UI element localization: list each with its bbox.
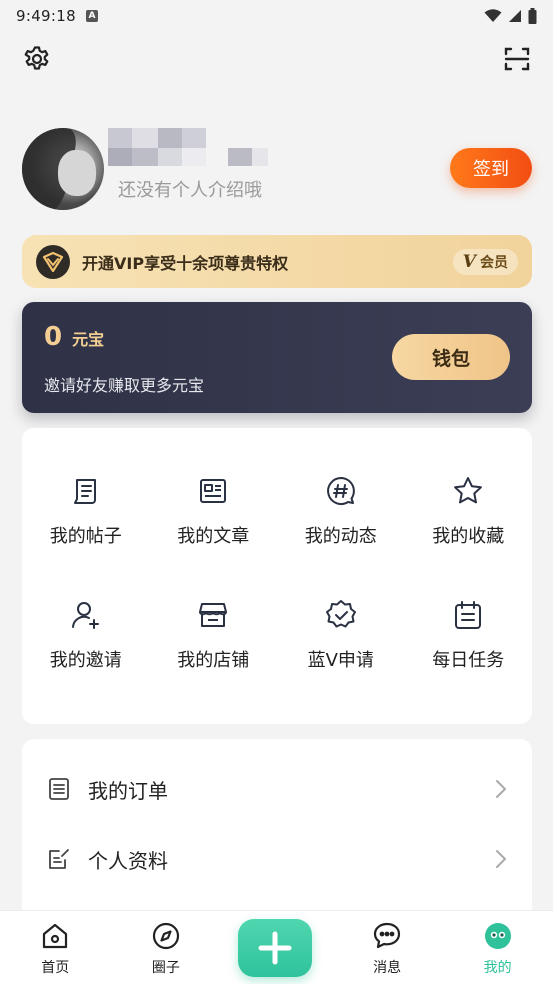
list-item-orders[interactable]: 我的订单: [22, 759, 532, 819]
battery-icon: [528, 8, 537, 24]
chevron-right-icon: [496, 780, 506, 798]
grid-label: 我的邀请: [49, 650, 122, 671]
edit-profile-icon: [46, 846, 72, 872]
add-post-button[interactable]: [238, 919, 312, 977]
vip-banner[interactable]: 开通VIP享受十余项尊贵特权 V 会员: [22, 235, 532, 288]
grid-item-articles[interactable]: 我的文章: [150, 456, 278, 580]
me-face-icon: [484, 923, 511, 949]
list-item-label: 我的订单: [88, 778, 168, 803]
tab-me[interactable]: 我的: [442, 911, 553, 984]
username-mosaic: [108, 128, 278, 168]
avatar[interactable]: [22, 128, 104, 210]
vip-mark: V: [462, 251, 476, 272]
tab-circle[interactable]: 圈子: [111, 911, 222, 984]
tab-label: 首页: [41, 960, 70, 976]
verified-badge-icon: [324, 598, 358, 632]
notification-badge-icon: A: [85, 10, 98, 22]
grid-item-blue-v[interactable]: 蓝V申请: [277, 580, 405, 704]
tab-label: 消息: [373, 960, 402, 976]
vip-tag-label: 会员: [480, 254, 508, 271]
grid-label: 我的动态: [304, 526, 377, 547]
profile-header: 还没有个人介绍哦 签到: [22, 128, 532, 210]
tab-label: 圈子: [151, 960, 180, 976]
feature-grid: 我的帖子 我的文章 我的动态 我的收藏 我的邀请 我的店铺 蓝V申请 每日任务: [22, 428, 532, 724]
grid-label: 我的帖子: [49, 526, 122, 547]
grid-label: 我的文章: [177, 526, 250, 547]
wallet-amount-unit: 元宝: [72, 330, 105, 349]
tab-home[interactable]: 首页: [0, 911, 111, 984]
order-icon: [46, 776, 72, 802]
shop-icon: [196, 598, 230, 632]
invite-user-icon: [69, 598, 103, 632]
vip-crown-icon: [36, 244, 70, 279]
star-icon: [451, 474, 485, 508]
home-icon: [43, 923, 68, 949]
status-icons: [484, 8, 537, 24]
chevron-right-icon: [496, 850, 506, 868]
settings-gear-icon[interactable]: [22, 44, 52, 74]
grid-label: 我的收藏: [432, 526, 505, 547]
wallet-amount: 0 元宝: [44, 322, 104, 352]
grid-item-shop[interactable]: 我的店铺: [150, 580, 278, 704]
list-item-profile[interactable]: 个人资料: [22, 829, 532, 889]
scan-icon[interactable]: [502, 44, 532, 74]
grid-label: 我的店铺: [177, 650, 250, 671]
list-item-label: 个人资料: [88, 848, 168, 873]
vip-banner-text: 开通VIP享受十余项尊贵特权: [82, 253, 289, 273]
tab-label: 我的: [483, 960, 512, 976]
tab-messages[interactable]: 消息: [332, 911, 443, 984]
post-icon: [69, 474, 103, 508]
grid-item-favorites[interactable]: 我的收藏: [405, 456, 533, 580]
calendar-task-icon: [451, 598, 485, 632]
signal-icon: [509, 10, 521, 22]
status-bar: 9:49:18 A: [0, 0, 553, 32]
wifi-icon: [484, 9, 502, 22]
invite-text[interactable]: 邀请好友赚取更多元宝: [44, 372, 204, 396]
grid-item-moments[interactable]: 我的动态: [277, 456, 405, 580]
bottom-tab-bar: 首页 圈子 消息 我的: [0, 910, 553, 984]
plus-icon: [258, 931, 292, 965]
grid-item-posts[interactable]: 我的帖子: [22, 456, 150, 580]
grid-item-daily-tasks[interactable]: 每日任务: [405, 580, 533, 704]
status-time: 9:49:18: [16, 7, 76, 25]
article-icon: [196, 474, 230, 508]
vip-member-tag: V 会员: [452, 248, 518, 275]
grid-label: 蓝V申请: [307, 650, 374, 671]
wallet-amount-value: 0: [44, 322, 63, 352]
grid-item-invites[interactable]: 我的邀请: [22, 580, 150, 704]
profile-bio: 还没有个人介绍哦: [118, 180, 262, 201]
message-icon: [373, 922, 401, 949]
checkin-button[interactable]: 签到: [450, 148, 532, 188]
wallet-card: 0 元宝 邀请好友赚取更多元宝 钱包: [22, 302, 532, 413]
hashtag-chat-icon: [324, 474, 358, 508]
grid-label: 每日任务: [432, 650, 505, 671]
wallet-button[interactable]: 钱包: [392, 334, 510, 380]
menu-list: 我的订单 个人资料: [22, 739, 532, 929]
compass-icon: [152, 922, 179, 950]
